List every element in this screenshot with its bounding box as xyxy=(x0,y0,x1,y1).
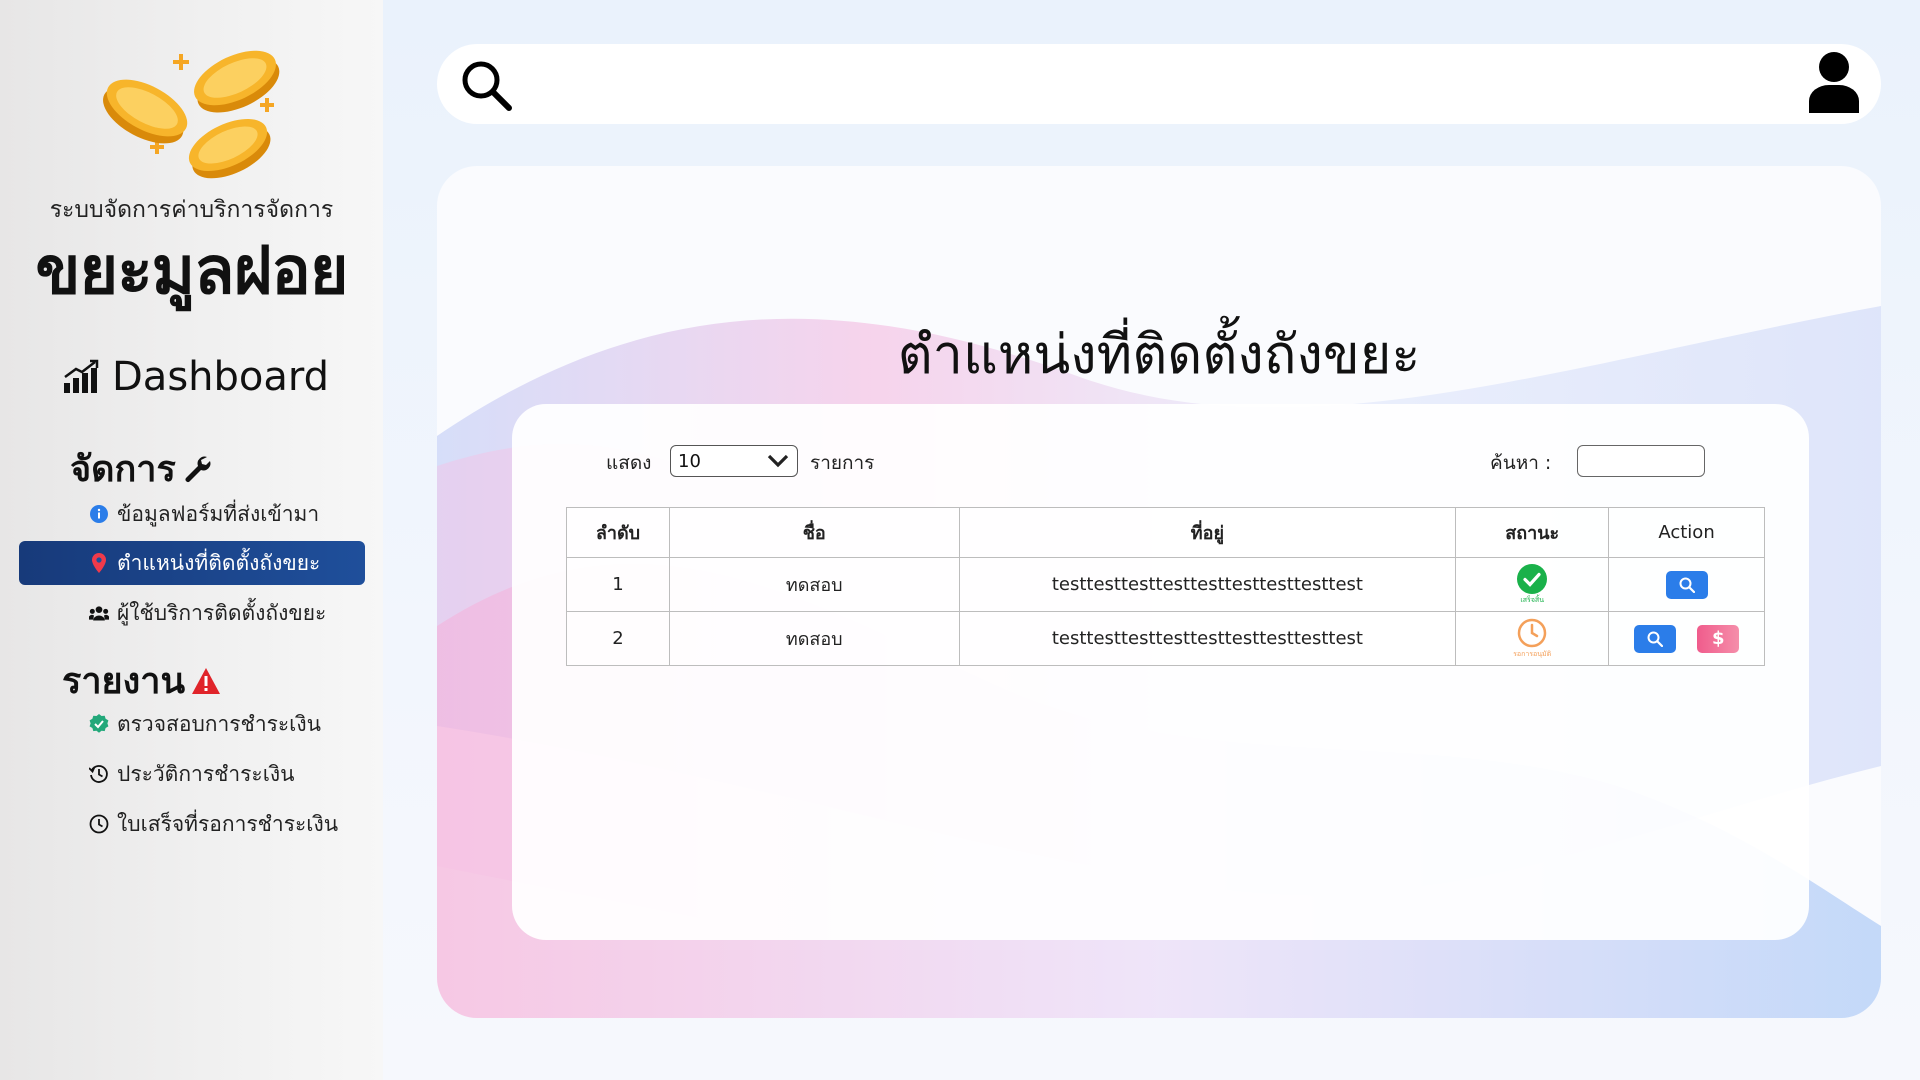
status-text: เสร็จสิ้น xyxy=(1520,595,1544,604)
nav-item-pending-receipts-label: ใบเสร็จที่รอการชำระเงิน xyxy=(117,811,339,836)
cell-status: รอการอนุมัติ xyxy=(1455,611,1610,666)
cell-name: ทดสอบ xyxy=(668,557,960,612)
check-circle-icon xyxy=(1517,563,1548,594)
cell-action xyxy=(1608,557,1765,612)
verified-badge-icon xyxy=(89,714,109,734)
nav-item-payment-history[interactable]: ประวัติการชำระเงิน xyxy=(19,752,365,796)
chart-growth-icon xyxy=(64,359,99,393)
status-badge: เสร็จสิ้น xyxy=(1517,563,1548,606)
column-header-name: ชื่อ xyxy=(668,507,960,558)
payment-button[interactable]: $ xyxy=(1697,624,1740,653)
table-card: แสดง 10 รายการ ค้นหา : ลำดับ ชื่อ ที่อยู… xyxy=(512,404,1809,940)
brand-title: ขยะมูลฝอย xyxy=(35,232,348,309)
warning-icon xyxy=(192,667,221,694)
column-header-no: ลำดับ xyxy=(566,507,670,558)
nav-item-bin-locations-label: ตำแหน่งที่ติดตั้งถังขยะ xyxy=(117,550,321,575)
nav-item-check-payment-label: ตรวจสอบการชำระเงิน xyxy=(117,711,321,736)
cell-action: $ xyxy=(1608,611,1765,666)
status-badge: รอการอนุมัติ xyxy=(1513,618,1551,660)
user-profile-icon[interactable] xyxy=(1807,51,1861,113)
cell-address: testtesttesttesttesttesttesttesttest xyxy=(958,557,1457,612)
cell-status: เสร็จสิ้น xyxy=(1455,557,1610,612)
search-icon[interactable] xyxy=(459,58,513,112)
chevron-down-icon xyxy=(767,454,789,468)
nav-dashboard[interactable]: Dashboard xyxy=(62,354,329,400)
show-label: แสดง xyxy=(606,452,652,474)
nav-item-check-payment[interactable]: ตรวจสอบการชำระเงิน xyxy=(19,702,365,746)
wrench-icon xyxy=(185,456,211,482)
status-text: รอการอนุมัติ xyxy=(1513,649,1552,658)
cell-address: testtesttesttesttesttesttesttesttest xyxy=(958,611,1457,666)
table-header-row: ลำดับ ชื่อ ที่อยู่ สถานะ Action xyxy=(566,507,1765,558)
section-report: รายงาน xyxy=(62,652,221,709)
search-icon xyxy=(1647,631,1663,647)
nav-item-bin-users[interactable]: ผู้ใช้บริการติดตั้งถังขยะ xyxy=(19,591,365,635)
section-manage-title: จัดการ xyxy=(70,449,176,490)
search-icon xyxy=(1679,577,1695,593)
column-header-action: Action xyxy=(1608,507,1765,558)
column-header-address: ที่อยู่ xyxy=(958,507,1457,558)
cell-name: ทดสอบ xyxy=(668,611,960,666)
search-label: ค้นหา : xyxy=(1490,452,1552,474)
clock-icon xyxy=(1517,618,1547,647)
page-size-select[interactable]: 10 xyxy=(670,445,798,477)
users-icon xyxy=(89,603,109,623)
table-row: 2 ทดสอบ testtesttesttesttesttesttesttest… xyxy=(566,611,1765,666)
cell-no: 2 xyxy=(566,611,670,666)
view-button[interactable] xyxy=(1633,624,1676,653)
page-title: ตำแหน่งที่ติดตั้งถังขยะ xyxy=(897,323,1421,386)
history-icon xyxy=(89,764,109,784)
main-content-card: ตำแหน่งที่ติดตั้งถังขยะ แสดง 10 รายการ ค… xyxy=(437,166,1881,1018)
nav-item-form-data-label: ข้อมูลฟอร์มที่ส่งเข้ามา xyxy=(117,501,320,526)
clock-icon xyxy=(89,814,109,834)
table-row: 1 ทดสอบ testtesttesttesttesttesttesttest… xyxy=(566,557,1765,612)
bin-locations-table: ลำดับ ชื่อ ที่อยู่ สถานะ Action 1 ทดสอบ … xyxy=(566,507,1765,666)
entries-label: รายการ xyxy=(810,452,875,474)
map-pin-icon xyxy=(89,553,109,573)
nav-item-bin-users-label: ผู้ใช้บริการติดตั้งถังขยะ xyxy=(117,600,327,625)
page-size-value: 10 xyxy=(678,450,701,472)
section-report-title: รายงาน xyxy=(62,661,186,702)
cell-no: 1 xyxy=(566,557,670,612)
coins-logo xyxy=(103,50,280,179)
nav-item-payment-history-label: ประวัติการชำระเงิน xyxy=(117,761,295,786)
info-icon xyxy=(89,504,109,524)
section-manage: จัดการ xyxy=(70,440,212,497)
nav-item-bin-locations[interactable]: ตำแหน่งที่ติดตั้งถังขยะ xyxy=(19,541,365,585)
top-search-bar xyxy=(437,44,1881,124)
column-header-status: สถานะ xyxy=(1455,507,1610,558)
nav-item-pending-receipts[interactable]: ใบเสร็จที่รอการชำระเงิน xyxy=(19,802,365,846)
table-search-input[interactable] xyxy=(1577,445,1705,477)
nav-dashboard-label: Dashboard xyxy=(112,354,330,400)
nav-item-form-data[interactable]: ข้อมูลฟอร์มที่ส่งเข้ามา xyxy=(19,492,365,536)
sidebar: ระบบจัดการค่าบริการจัดการ ขยะมูลฝอย Dash… xyxy=(0,0,383,1080)
view-button[interactable] xyxy=(1665,570,1708,599)
